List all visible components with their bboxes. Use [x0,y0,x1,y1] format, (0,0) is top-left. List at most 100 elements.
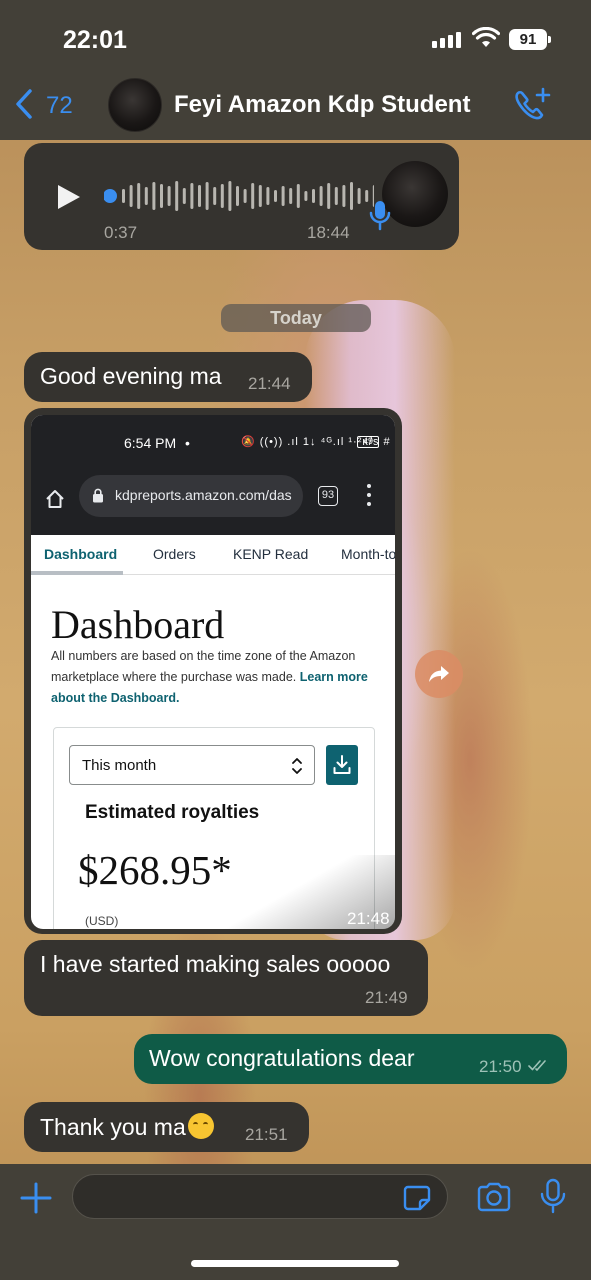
message-text: Wow congratulations dear [149,1045,415,1071]
waveform-bar [220,184,224,208]
waveform-bar [175,181,179,211]
contact-name[interactable]: Feyi Amazon Kdp Student [174,91,470,119]
share-forward-icon [429,666,449,682]
wifi-icon [472,27,500,47]
waveform-bar [289,188,293,204]
url-field: kdpreports.amazon.com/das [79,475,303,517]
camera-icon[interactable] [476,1182,512,1212]
relieved-face-emoji-icon [187,1113,214,1139]
waveform-bar [281,186,285,206]
waveform-bar [205,182,209,210]
waveform-bar [137,183,141,209]
waveform-bar [190,183,194,209]
waveform-bar [144,187,148,205]
screenshot-time: 6:54 PM [124,435,177,451]
menu-kebab-icon [367,484,371,506]
sticker-icon[interactable] [403,1185,431,1211]
message-time: 21:50 [479,1057,522,1076]
period-select-value: This month [82,757,157,774]
waveform-bar [182,188,186,204]
back-chevron-icon[interactable] [12,88,36,120]
forward-button[interactable] [415,650,463,698]
royalties-label: Estimated royalties [85,802,260,823]
kdp-tab-bar: Dashboard Orders KENP Read Month-to [31,535,395,575]
message-text: Good evening ma [40,363,222,389]
period-select: This month [69,745,315,785]
plus-icon[interactable] [20,1182,52,1214]
message-input[interactable] [72,1174,448,1219]
message-text-wrap: Thank you ma [40,1113,214,1141]
waveform-bar [274,190,277,202]
dashboard-title: Dashboard [51,602,225,647]
incoming-message[interactable]: Thank you ma 21:51 [24,1102,309,1152]
waveform-bar [266,187,270,205]
tab-month-to-date: Month-to [341,546,395,562]
waveform-bar [327,183,331,209]
play-icon[interactable] [56,183,82,211]
voice-duration: 0:37 [104,223,138,242]
waveform-bar [129,185,133,207]
audio-waveform[interactable] [104,179,374,213]
message-text: Thank you ma [40,1114,186,1140]
notification-dot: • [185,435,190,451]
voice-message[interactable]: 0:37 18:44 [24,143,459,250]
waveform-bar [167,186,171,206]
currency-label: (USD) [85,914,119,928]
tab-dashboard: Dashboard [44,546,118,562]
message-text: I have started making sales ooooo [40,951,391,977]
signal-icon [432,32,461,48]
waveform-bar [350,182,353,210]
screenshot-image[interactable]: 6:54 PM • 🔕 ((•)) .ıl 1↓ ⁴ᴳ.ıl ¹·²ᴋ/s # … [31,415,395,929]
waveform-bar [304,191,308,201]
status-bar: 22:01 91 [0,0,591,70]
browser-url-bar: kdpreports.amazon.com/das 93 [31,465,395,535]
waveform-bar [296,184,300,208]
message-time: 21:49 [365,988,408,1007]
battery-indicator: 91 [509,29,551,50]
waveform-bar [122,189,125,203]
message-time: 21:51 [245,1125,288,1144]
unread-count[interactable]: 72 [46,92,73,120]
add-call-icon[interactable] [512,87,552,123]
message-time: 21:44 [248,374,291,393]
chat-header: 72 Feyi Amazon Kdp Student [0,70,591,140]
message-composer [0,1164,591,1280]
waveform-bar [258,185,262,207]
waveform-bar [228,181,232,211]
tab-orders: Orders [153,546,196,562]
active-tab-indicator [31,571,123,575]
incoming-message[interactable]: Good evening ma 21:44 [24,352,312,402]
image-message[interactable]: 6:54 PM • 🔕 ((•)) .ıl 1↓ ⁴ᴳ.ıl ¹·²ᴋ/s # … [24,408,402,934]
lock-icon [93,488,103,503]
read-receipt-icon [528,1060,546,1071]
waveform-bar [357,188,361,204]
royalties-value: $268.95* [78,847,232,893]
download-icon [333,755,351,774]
screenshot-battery: 49 [357,436,379,448]
dashboard-description: All numbers are based on the time zone o… [51,646,381,709]
waveform-bar [236,186,239,206]
waveform-bar [342,185,346,207]
outgoing-message[interactable]: Wow congratulations dear 21:50 [134,1034,567,1084]
mic-badge-icon [369,201,391,231]
waveform-bar [198,185,201,207]
incoming-message[interactable]: I have started making sales ooooo 21:49 [24,940,428,1016]
message-time: 21:48 [347,909,390,928]
tab-kenp-read: KENP Read [233,546,309,562]
waveform-bar [251,183,255,209]
microphone-icon[interactable] [538,1178,568,1214]
download-button [326,745,358,785]
waveform-bar [243,189,247,203]
waveform-bar [334,187,338,205]
contact-avatar[interactable] [108,78,162,132]
message-time: 18:44 [307,223,350,242]
home-icon [46,490,64,508]
updown-chevron-icon [292,758,302,774]
waveform-bar [160,184,163,208]
date-separator: Today [221,304,371,332]
home-indicator [191,1260,399,1267]
waveform-bar [312,189,315,203]
waveform-bar [152,182,156,210]
status-time: 22:01 [63,26,127,54]
waveform-bar [319,186,323,206]
